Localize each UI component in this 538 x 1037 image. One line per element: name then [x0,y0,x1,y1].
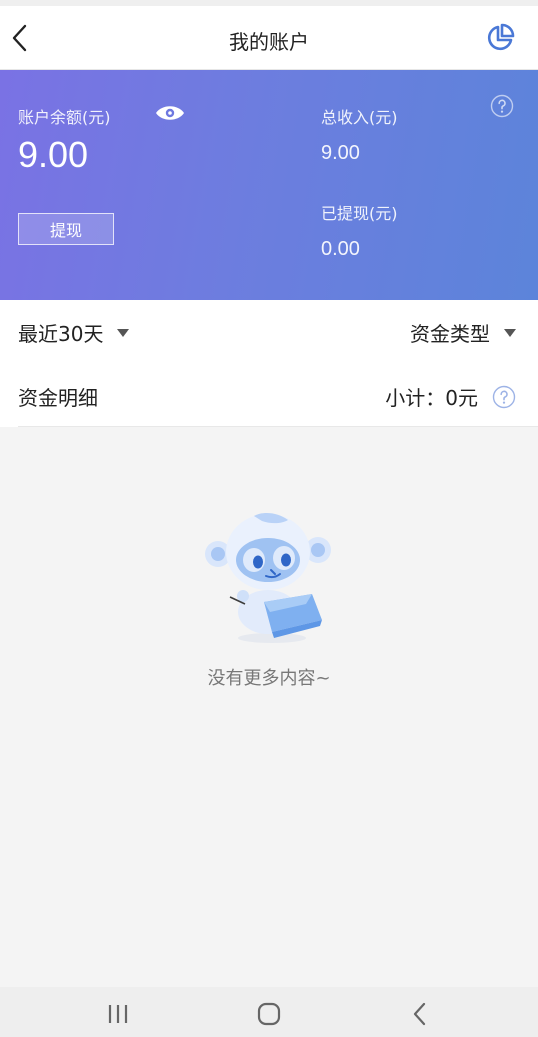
period-filter-dropdown[interactable]: 最近30天 [18,318,130,347]
subtotal-text: 小计：0元 [385,386,478,410]
recent-apps-button[interactable] [98,999,138,1029]
fund-details-title: 资金明细 [18,386,98,410]
total-income-label: 总收入(元) [321,108,398,127]
fund-details-row: 资金明细 小计：0元 [18,362,538,427]
balance-value: 9.00 [18,134,89,175]
subtotal-group: 小计：0元 [385,382,516,411]
stats-button[interactable] [484,22,516,54]
total-income-value: 9.00 [321,142,360,164]
withdrawn-value: 0.00 [321,238,360,260]
account-summary-card: 账户余额(元) 9.00 提现 总收入(元) 9.00 已提现(元) 0.00 [0,70,538,300]
caret-down-icon [504,328,516,337]
app-header: 我的账户 [0,6,538,70]
recent-apps-icon [108,1005,128,1023]
system-navigation-bar [0,987,538,1037]
empty-state-mascot-illustration [200,508,340,648]
fund-type-dropdown[interactable]: 资金类型 [410,318,516,347]
question-circle-icon [490,94,514,118]
empty-state-message: 没有更多内容~ [207,668,331,689]
withdraw-button[interactable]: 提现 [18,213,114,245]
question-circle-icon[interactable] [492,385,516,409]
period-filter-label: 最近30天 [18,322,104,346]
page-title: 我的账户 [229,30,309,54]
fund-details-header: 资金明细 小计：0元 [0,362,538,427]
home-button[interactable] [249,999,289,1029]
system-back-button[interactable] [400,999,440,1029]
toggle-visibility-button[interactable] [154,103,186,123]
balance-label: 账户余额(元) [18,108,111,127]
filter-bar: 最近30天 资金类型 [0,300,538,362]
home-icon [257,1002,281,1026]
eye-icon [156,106,184,120]
chevron-left-icon [413,1002,426,1026]
caret-down-icon [117,328,130,337]
fund-type-label: 资金类型 [410,322,490,346]
pie-chart-icon [487,23,515,51]
withdrawn-label: 已提现(元) [321,204,398,223]
help-button[interactable] [490,94,514,118]
